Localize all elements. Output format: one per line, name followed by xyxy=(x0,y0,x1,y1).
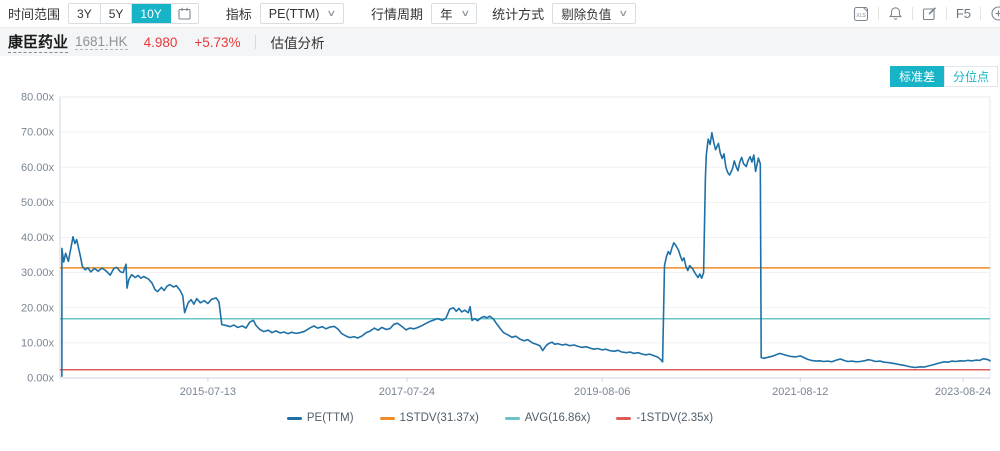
indicator-label: 指标 xyxy=(226,4,252,23)
legend-dash-icon xyxy=(287,417,302,420)
x-axis: 2015-07-13 2017-07-24 2019-08-06 2021-08-12… xyxy=(180,378,991,398)
toolbar-actions: XLS F5 xyxy=(844,0,1000,28)
range-button-10y[interactable]: 10Y xyxy=(132,4,170,23)
calendar-icon xyxy=(178,7,191,20)
legend-dash-icon xyxy=(616,417,631,420)
plus-circle-icon xyxy=(990,5,1000,22)
legend-item[interactable]: -1STDV(2.35x) xyxy=(616,412,713,424)
range-button-3y[interactable]: 3Y xyxy=(69,4,101,23)
x-axis-tick-label: 2017-07-24 xyxy=(379,386,435,398)
chevron-down-icon: ∨ xyxy=(619,8,629,19)
legend-label: 1STDV(31.37x) xyxy=(400,412,479,424)
legend-item[interactable]: AVG(16.86x) xyxy=(505,412,591,424)
pe-valuation-chart: 0.00x 10.00x 20.00x 30.00x 40.00x 50.00x 60.00… xyxy=(0,88,1000,408)
stock-price: 4.980 xyxy=(144,35,178,50)
zoom-in-button[interactable] xyxy=(981,5,1000,22)
y-axis-tick-label: 50.00x xyxy=(21,197,55,209)
alert-button[interactable] xyxy=(879,6,912,21)
y-axis-tick-label: 0.00x xyxy=(27,373,54,385)
x-axis-tick-label: 2023-08-24 xyxy=(935,386,991,398)
legend-label: AVG(16.86x) xyxy=(525,412,591,424)
range-button-5y[interactable]: 5Y xyxy=(101,4,133,23)
x-axis-tick-label: 2019-08-06 xyxy=(574,386,630,398)
y-axis-tick-label: 30.00x xyxy=(21,267,55,279)
legend-dash-icon xyxy=(380,417,395,420)
export-xls-button[interactable]: XLS xyxy=(844,6,878,22)
legend-item[interactable]: 1STDV(31.37x) xyxy=(380,412,479,424)
y-axis-tick-label: 20.00x xyxy=(21,302,55,314)
divider xyxy=(255,35,256,49)
y-axis-tick-label: 80.00x xyxy=(21,92,55,104)
edit-pencil-icon xyxy=(922,6,937,21)
chevron-down-icon: ∨ xyxy=(327,8,337,19)
quantile-button[interactable]: 分位点 xyxy=(944,66,998,87)
stat-method-label: 统计方式 xyxy=(492,4,544,23)
legend-label: PE(TTM) xyxy=(307,412,354,424)
period-label: 行情周期 xyxy=(371,4,423,23)
top-toolbar: 时间范围 3Y 5Y 10Y 指标 PE(TTM) ∨ 行情周期 年 ∨ 统计方… xyxy=(0,0,1000,28)
y-axis-tick-label: 60.00x xyxy=(21,162,55,174)
stock-name[interactable]: 康臣药业 xyxy=(8,31,68,53)
period-select[interactable]: 年 ∨ xyxy=(431,3,477,24)
x-axis-tick-label: 2015-07-13 xyxy=(180,386,236,398)
time-range-group: 3Y 5Y 10Y xyxy=(68,3,199,24)
custom-date-button[interactable] xyxy=(171,4,198,23)
edit-button[interactable] xyxy=(913,6,946,21)
f5-label: F5 xyxy=(956,6,971,21)
indicator-value: PE(TTM) xyxy=(269,7,320,21)
refresh-f5-button[interactable]: F5 xyxy=(947,6,980,21)
chart-legend: PE(TTM) 1STDV(31.37x) AVG(16.86x) -1STDV(2.… xyxy=(0,409,1000,427)
indicator-select[interactable]: PE(TTM) ∨ xyxy=(260,3,344,24)
stat-method-value: 剔除负值 xyxy=(561,4,611,23)
xls-icon: XLS xyxy=(856,13,866,19)
chevron-down-icon: ∨ xyxy=(460,8,470,19)
stock-change-percent: +5.73% xyxy=(194,35,240,50)
stock-code[interactable]: 1681.HK xyxy=(75,34,128,50)
band-mode-toggle: 标准差 分位点 xyxy=(890,66,998,87)
tab-valuation-analysis[interactable]: 估值分析 xyxy=(271,32,325,52)
y-axis-tick-label: 70.00x xyxy=(21,127,55,139)
y-axis-tick-label: 10.00x xyxy=(21,337,55,349)
std-deviation-button[interactable]: 标准差 xyxy=(890,66,944,87)
period-value: 年 xyxy=(440,4,453,23)
legend-dash-icon xyxy=(505,417,520,420)
legend-label: -1STDV(2.35x) xyxy=(636,412,713,424)
stock-header-row: 康臣药业 1681.HK 4.980 +5.73% 估值分析 xyxy=(0,28,1000,56)
legend-item[interactable]: PE(TTM) xyxy=(287,412,354,424)
x-axis-tick-label: 2021-08-12 xyxy=(772,386,828,398)
y-axis-tick-label: 40.00x xyxy=(21,232,55,244)
time-range-label: 时间范围 xyxy=(8,4,60,23)
stat-method-select[interactable]: 剔除负值 ∨ xyxy=(552,3,636,24)
bell-icon xyxy=(888,6,903,21)
